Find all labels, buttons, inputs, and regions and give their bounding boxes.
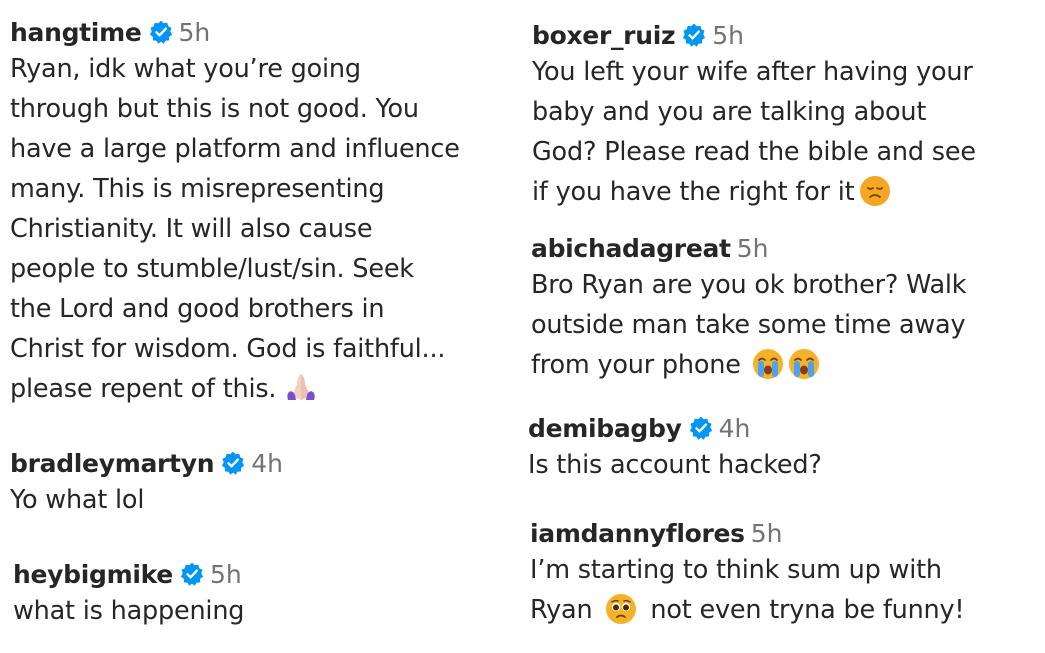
comment-header: hangtime 5h bbox=[10, 15, 510, 49]
timestamp: 5h bbox=[209, 559, 242, 589]
verified-badge-icon bbox=[180, 562, 204, 586]
comment-bradleymartyn: bradleymartyn 4h Yo what lol bbox=[10, 446, 510, 520]
comment-header: bradleymartyn 4h bbox=[10, 446, 510, 480]
comment-line: Christ for wisdom. God is faithful... bbox=[10, 334, 446, 364]
username[interactable]: heybigmike bbox=[13, 560, 173, 589]
verified-badge-icon bbox=[683, 23, 706, 47]
comment-line: have a large platform and influence bbox=[10, 134, 460, 164]
timestamp: 4h bbox=[251, 448, 283, 478]
username[interactable]: hangtime bbox=[10, 18, 142, 47]
comment-text: You left your wife after having your bab… bbox=[532, 52, 1032, 212]
comment-hangtime: hangtime 5h Ryan, idk what you’re going … bbox=[10, 15, 510, 409]
comment-header: demibagby 4h bbox=[528, 411, 1028, 445]
comment-line: through but this is not good. You bbox=[10, 94, 419, 124]
comment-line-text: if you have the right for it bbox=[532, 177, 855, 207]
comment-line-last: please repent of this. bbox=[10, 369, 510, 409]
comment-header: heybigmike 5h bbox=[13, 557, 513, 591]
pleading-face-icon bbox=[606, 594, 637, 624]
comment-line: You left your wife after having your bbox=[532, 57, 973, 87]
comment-line: what is happening bbox=[13, 596, 245, 626]
username[interactable]: demibagby bbox=[528, 414, 682, 443]
loudly-crying-face-icon bbox=[752, 349, 783, 379]
comment-line-text: Ryan bbox=[530, 595, 593, 625]
comment-line: Is this account hacked? bbox=[528, 450, 822, 480]
username[interactable]: boxer_ruiz bbox=[532, 21, 676, 50]
comment-line: outside man take some time away bbox=[531, 310, 966, 340]
disappointed-face-icon bbox=[860, 176, 891, 206]
comment-iamdannyflores: iamdannyflores 5h I’m starting to think … bbox=[530, 516, 1030, 630]
comment-line-last: from your phone bbox=[531, 345, 1031, 385]
comment-header: abichadagreat 5h bbox=[531, 231, 1031, 265]
comment-line-text: not even tryna be funny! bbox=[650, 595, 965, 625]
timestamp: 5h bbox=[712, 20, 744, 50]
comment-line: God? Please read the bible and see bbox=[532, 137, 976, 167]
comment-text: Is this account hacked? bbox=[528, 445, 1028, 485]
comment-line: Bro Ryan are you ok brother? Walk bbox=[531, 270, 967, 300]
comment-line: the Lord and good brothers in bbox=[10, 294, 385, 324]
timestamp: 5h bbox=[736, 233, 769, 263]
comment-text: Ryan, idk what you’re going through but … bbox=[10, 49, 510, 409]
comment-header: iamdannyflores 5h bbox=[530, 516, 1030, 550]
comment-text: I’m starting to think sum up with Ryan n… bbox=[530, 550, 1030, 630]
username[interactable]: abichadagreat bbox=[531, 234, 731, 263]
comment-line: Christianity. It will also cause bbox=[10, 214, 373, 244]
comment-demibagby: demibagby 4h Is this account hacked? bbox=[528, 411, 1028, 485]
folded-hands-icon bbox=[287, 374, 316, 400]
username[interactable]: iamdannyflores bbox=[530, 519, 745, 548]
timestamp: 5h bbox=[750, 518, 783, 548]
comment-line: Ryan, idk what you’re going bbox=[10, 54, 361, 84]
comment-line: Yo what lol bbox=[10, 485, 145, 515]
comment-line-text: please repent of this. bbox=[10, 374, 277, 404]
comment-text: what is happening bbox=[13, 591, 513, 631]
comment-line: many. This is misrepresenting bbox=[10, 174, 385, 204]
comment-line: baby and you are talking about bbox=[532, 97, 927, 127]
comment-abichadagreat: abichadagreat 5h Bro Ryan are you ok bro… bbox=[531, 231, 1031, 385]
comment-text: Bro Ryan are you ok brother? Walk outsid… bbox=[531, 265, 1031, 385]
comment-heybigmike: heybigmike 5h what is happening bbox=[13, 557, 513, 631]
comment-text: Yo what lol bbox=[10, 480, 510, 520]
comment-header: boxer_ruiz 5h bbox=[532, 18, 1032, 52]
comment-line-mixed: Ryan not even tryna be funny! bbox=[530, 590, 1030, 630]
comment-line-text: from your phone bbox=[531, 350, 741, 380]
timestamp: 5h bbox=[178, 17, 211, 47]
comment-boxer-ruiz: boxer_ruiz 5h You left your wife after h… bbox=[532, 18, 1032, 212]
username[interactable]: bradleymartyn bbox=[10, 449, 215, 478]
verified-badge-icon bbox=[222, 451, 245, 475]
comment-line: I’m starting to think sum up with bbox=[530, 555, 942, 585]
verified-badge-icon bbox=[149, 20, 172, 44]
timestamp: 4h bbox=[718, 413, 751, 443]
verified-badge-icon bbox=[689, 416, 712, 440]
comment-line-last: if you have the right for it bbox=[532, 172, 1032, 212]
comment-line: people to stumble/lust/sin. Seek bbox=[10, 254, 414, 284]
loudly-crying-face-icon bbox=[788, 349, 819, 379]
